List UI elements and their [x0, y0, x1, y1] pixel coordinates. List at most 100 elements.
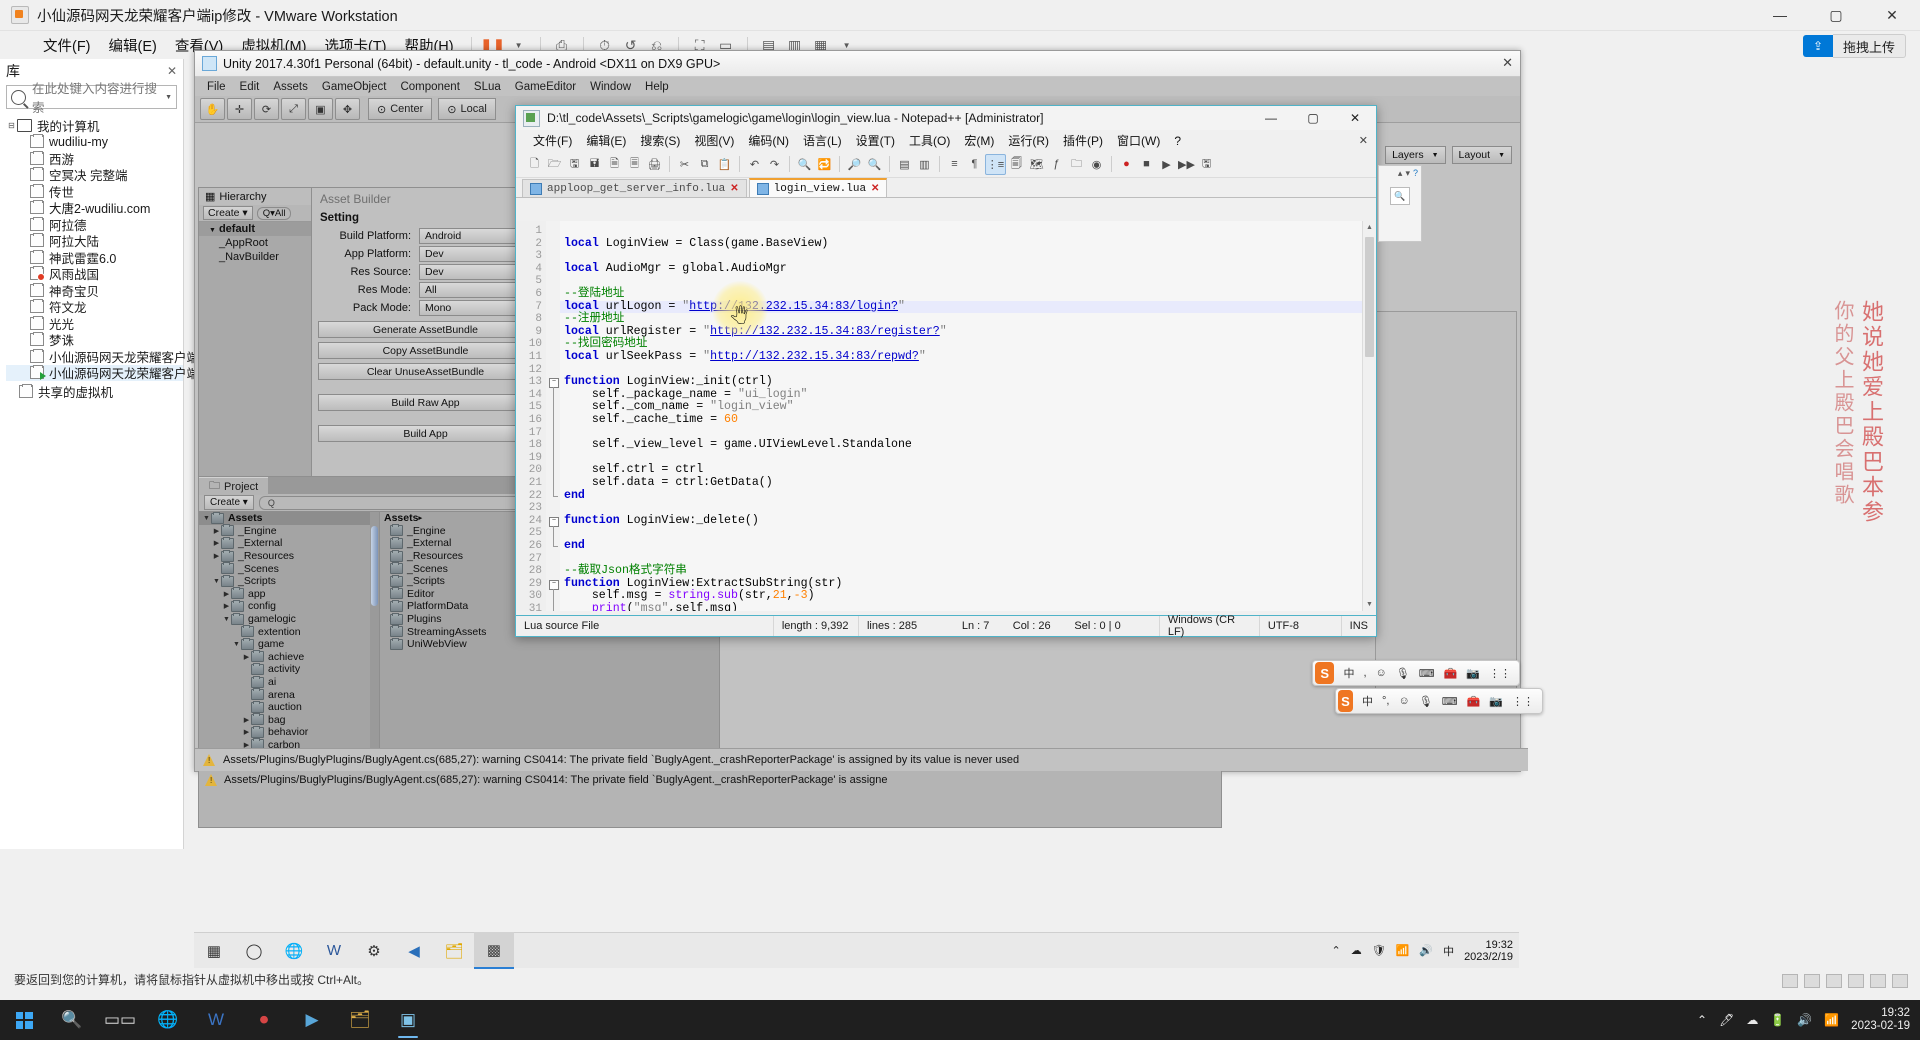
pivot-local-toggle[interactable]: ⊙ Local	[438, 98, 496, 120]
save-icon[interactable]: 🖫	[565, 155, 584, 174]
paste-icon[interactable]: 📋	[715, 155, 734, 174]
guest-media-icon[interactable]: ◀	[394, 933, 434, 968]
npp-document-close-icon[interactable]: ✕	[1359, 134, 1368, 147]
scroll-up-arrow-icon[interactable]: ▲	[1363, 221, 1376, 234]
pivot-center-toggle[interactable]: ⊙ Center	[368, 98, 433, 120]
hierarchy-item-approot[interactable]: _AppRoot	[199, 236, 314, 250]
sogou-logo-icon[interactable]: S	[1338, 690, 1354, 712]
tray-volume-icon[interactable]: 🔊	[1797, 1013, 1812, 1027]
redo-icon[interactable]: ↷	[765, 155, 784, 174]
expand-arrow-icon[interactable]: ▶	[242, 653, 251, 661]
close-all-icon[interactable]: 🗏	[625, 155, 644, 174]
build-app-button[interactable]: Build App	[318, 425, 533, 442]
tray-onedrive-icon[interactable]: ☁	[1351, 944, 1362, 957]
npp-menu-encoding[interactable]: 编码(N)	[741, 132, 796, 149]
ime-voice-icon[interactable]: 🎙	[1396, 667, 1410, 680]
list-item[interactable]: 大唐2-wudiliu.com	[6, 200, 183, 216]
hierarchy-create-button[interactable]: Create ▾	[203, 206, 253, 220]
guest-start-icon[interactable]: ▦	[194, 933, 234, 968]
tab-login-view[interactable]: login_view.lua ✕	[748, 178, 888, 197]
zoom-in-icon[interactable]: 🔎	[845, 155, 864, 174]
network-status-icon[interactable]	[1804, 974, 1820, 988]
npp-menu-plugins[interactable]: 插件(P)	[1056, 132, 1110, 149]
macro-record-icon[interactable]: ●	[1117, 155, 1136, 174]
start-button[interactable]	[0, 1000, 48, 1040]
unity-menu-file[interactable]: File	[200, 81, 233, 93]
tray-pen-icon[interactable]: 🖊	[1719, 1013, 1734, 1027]
project-tree-item[interactable]: ▶ bag	[199, 713, 379, 727]
host-task-view-icon[interactable]: ▭▭	[96, 1000, 144, 1040]
rotate-tool-icon[interactable]: ⟳	[254, 98, 279, 120]
hdd-status-icon[interactable]	[1782, 974, 1798, 988]
ime-keyboard-icon[interactable]: ⌨	[1442, 695, 1458, 708]
project-tree-item[interactable]: ▼ gamelogic	[199, 612, 379, 626]
open-file-icon[interactable]: 🗁	[545, 155, 564, 174]
tree-root-my-computer[interactable]: ⊟ 我的计算机	[6, 117, 183, 134]
list-item[interactable]: 梦诛	[6, 332, 183, 348]
npp-menu-language[interactable]: 语言(L)	[796, 132, 849, 149]
scale-tool-icon[interactable]: ⤢	[281, 98, 306, 120]
macro-play-icon[interactable]: ▶	[1157, 155, 1176, 174]
helper-help-icon[interactable]: ?	[1413, 168, 1418, 179]
sync-vertical-icon[interactable]: ▤	[895, 155, 914, 174]
expand-arrow-icon[interactable]: ▶	[242, 716, 251, 724]
clear-unuse-assetbundle-button[interactable]: Clear UnuseAssetBundle	[318, 363, 533, 380]
tray-safety-icon[interactable]: 🛡	[1372, 944, 1386, 957]
project-tree-item[interactable]: auction	[199, 700, 379, 714]
host-word-icon[interactable]: W	[192, 1000, 240, 1040]
guest-cortana-icon[interactable]: ◯	[234, 933, 274, 968]
fold-toggle-icon[interactable]: −	[549, 516, 559, 527]
host-clock[interactable]: 19:32 2023-02-19	[1851, 1007, 1910, 1033]
project-tree-item[interactable]: ▶ app	[199, 587, 379, 601]
ime-voice-icon[interactable]: 🎙	[1419, 695, 1433, 708]
menu-item-edit[interactable]: 编辑(E)	[100, 32, 166, 59]
tab-close-icon[interactable]: ✕	[871, 183, 879, 195]
code-editor[interactable]: 1 2 3 4 5 6 7 8 9 10 11 12 13 14 15 16 17 18 19 20 21 22 23 24 2…	[516, 221, 1376, 611]
tray-volume-icon[interactable]: 🔊	[1419, 944, 1433, 957]
hand-tool-icon[interactable]: ✋	[200, 98, 225, 120]
collapse-toggle-icon[interactable]: ⊟	[6, 121, 17, 130]
unity-menu-assets[interactable]: Assets	[266, 81, 315, 93]
editor-vertical-scrollbar[interactable]: ▲ ▼	[1362, 221, 1376, 611]
ime-menu-icon[interactable]: ⋮⋮	[1512, 695, 1534, 708]
npp-menu-run[interactable]: 运行(R)	[1001, 132, 1056, 149]
save-all-icon[interactable]: 🖬	[585, 155, 604, 174]
generate-assetbundle-button[interactable]: Generate AssetBundle	[318, 321, 533, 338]
project-tree-item[interactable]: extention	[199, 625, 379, 638]
ime-emoji-icon[interactable]: ☺	[1399, 695, 1410, 707]
project-tree-item[interactable]: ▼ game	[199, 637, 379, 651]
project-create-button[interactable]: Create ▾	[204, 495, 254, 510]
notepadpp-minimize-button[interactable]: —	[1250, 106, 1292, 130]
guest-clock[interactable]: 19:32 2023/2/19	[1464, 939, 1513, 963]
project-tree-item[interactable]: ▶ _External	[199, 536, 379, 550]
find-icon[interactable]: 🔍	[795, 155, 814, 174]
sync-horizontal-icon[interactable]: ▥	[915, 155, 934, 174]
function-list-icon[interactable]: ƒ	[1047, 155, 1066, 174]
host-media-icon[interactable]: ▶	[288, 1000, 336, 1040]
library-search-box[interactable]: 在此处键入内容进行搜索 ▼	[6, 82, 177, 115]
show-all-chars-icon[interactable]: ¶	[965, 155, 984, 174]
project-tree-item[interactable]: ▶ config	[199, 599, 379, 613]
host-edge-icon[interactable]: 🌐	[144, 1000, 192, 1040]
ime-screenshot-icon[interactable]: 📷	[1466, 667, 1480, 680]
list-item[interactable]: 符文龙	[6, 299, 183, 315]
list-item[interactable]: 西游	[6, 150, 183, 167]
copy-assetbundle-button[interactable]: Copy AssetBundle	[318, 342, 533, 359]
unity-menu-edit[interactable]: Edit	[233, 81, 267, 93]
tab-apploop-get-server-info[interactable]: apploop_get_server_info.lua ✕	[522, 179, 747, 197]
scrollbar-thumb[interactable]	[371, 526, 378, 606]
monitor-icon[interactable]: ◉	[1087, 155, 1106, 174]
project-tree-item[interactable]: activity	[199, 662, 379, 676]
list-item[interactable]: 空冥决 完整端	[6, 167, 183, 183]
print-icon[interactable]: 🖨	[645, 155, 664, 174]
fold-toggle-icon[interactable]: −	[549, 579, 559, 590]
ime-keyboard-icon[interactable]: ⌨	[1419, 667, 1435, 680]
word-wrap-icon[interactable]: ≡	[945, 155, 964, 174]
hierarchy-tab[interactable]: ▦ Hierarchy	[199, 188, 314, 205]
unity-outer-close-icon[interactable]: ✕	[1502, 55, 1513, 71]
expand-arrow-icon[interactable]: ▶	[212, 552, 221, 560]
project-tree-item[interactable]: ▶ behavior	[199, 725, 379, 739]
list-item[interactable]: wudiliu-my	[6, 134, 183, 151]
tray-network-icon[interactable]: 📶	[1396, 944, 1410, 957]
helper-collapse-icon[interactable]: ▴	[1398, 168, 1403, 179]
